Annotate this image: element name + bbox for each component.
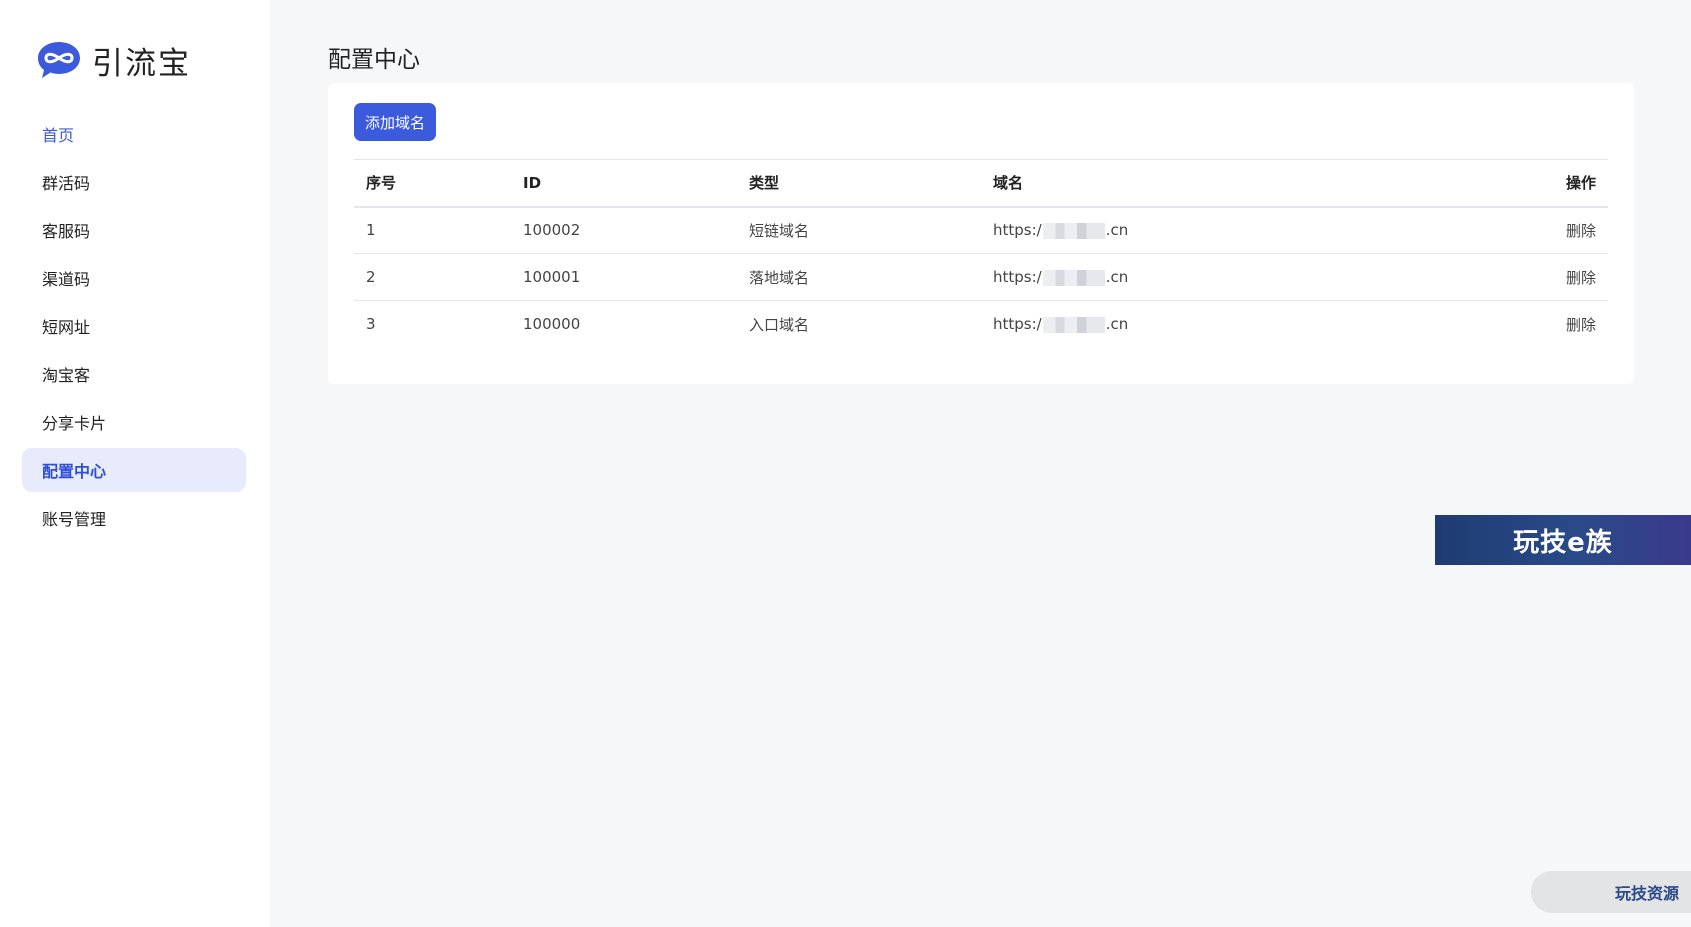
domain-card: 添加域名 序号 ID 类型 域名 操作 1 100002 短链域名 https:… xyxy=(328,83,1634,384)
delete-link[interactable]: 删除 xyxy=(1488,301,1608,348)
domain-prefix: https:/ xyxy=(993,268,1042,286)
sidebar-item-group-code[interactable]: 群活码 xyxy=(22,160,246,204)
header-op: 操作 xyxy=(1488,159,1608,208)
redacted-domain xyxy=(1042,316,1105,333)
main-content: 配置中心 添加域名 序号 ID 类型 域名 操作 1 100002 短链域名 h… xyxy=(270,0,1691,927)
domain-table: 序号 ID 类型 域名 操作 1 100002 短链域名 https:/ .cn … xyxy=(354,159,1608,348)
domain-prefix: https:/ xyxy=(993,221,1042,240)
header-id: ID xyxy=(511,159,737,208)
add-domain-button[interactable]: 添加域名 xyxy=(354,103,436,141)
header-seq: 序号 xyxy=(354,159,511,208)
cell-domain: https:/ .cn xyxy=(981,206,1488,254)
sidebar-item-channel-code[interactable]: 渠道码 xyxy=(22,256,246,300)
sidebar-item-home[interactable]: 首页 xyxy=(22,112,246,156)
cell-type: 入口域名 xyxy=(749,315,810,334)
table-row: 3 100000 入口域名 https:/ .cn 删除 xyxy=(354,301,1608,348)
delete-link[interactable]: 删除 xyxy=(1488,206,1608,254)
sidebar-item-config-center[interactable]: 配置中心 xyxy=(22,448,246,492)
brand-name: 引流宝 xyxy=(92,45,191,82)
redacted-domain xyxy=(1042,222,1105,239)
domain-prefix: https:/ xyxy=(993,315,1042,334)
cell-domain: https:/ .cn xyxy=(981,301,1488,348)
sidebar-item-share-card[interactable]: 分享卡片 xyxy=(22,400,246,444)
cell-seq: 3 xyxy=(366,315,376,334)
header-type: 类型 xyxy=(737,159,981,208)
domain-suffix: .cn xyxy=(1105,315,1129,334)
sidebar-item-service-code[interactable]: 客服码 xyxy=(22,208,246,252)
sidebar-item-account[interactable]: 账号管理 xyxy=(22,496,246,540)
cell-id: 100002 xyxy=(511,206,737,254)
brand[interactable]: 引流宝 xyxy=(36,36,191,84)
cell-seq: 2 xyxy=(354,253,511,301)
cell-seq: 1 xyxy=(354,206,511,254)
sidebar-item-taobaoke[interactable]: 淘宝客 xyxy=(22,352,246,396)
header-domain: 域名 xyxy=(981,159,1488,208)
page-title: 配置中心 xyxy=(328,47,420,73)
table-header-row: 序号 ID 类型 域名 操作 xyxy=(354,159,1608,208)
table-row: 1 100002 短链域名 https:/ .cn 删除 xyxy=(354,206,1608,254)
cell-id: 100000 xyxy=(523,315,581,334)
cell-type: 短链域名 xyxy=(737,206,981,254)
cell-type: 落地域名 xyxy=(737,253,981,301)
delete-link[interactable]: 删除 xyxy=(1488,253,1608,301)
table-row: 2 100001 落地域名 https:/ .cn 删除 xyxy=(354,253,1608,301)
cell-id: 100001 xyxy=(511,253,737,301)
domain-suffix: .cn xyxy=(1105,221,1129,240)
sidebar: 引流宝 首页 群活码 客服码 渠道码 短网址 淘宝客 分享卡片 配置中心 账号管… xyxy=(0,0,270,927)
sidebar-nav: 首页 群活码 客服码 渠道码 短网址 淘宝客 分享卡片 配置中心 账号管理 xyxy=(22,112,246,544)
domain-suffix: .cn xyxy=(1105,268,1129,286)
watermark-pill: 玩技资源 xyxy=(1531,871,1691,913)
watermark-banner: 玩技e族 xyxy=(1435,515,1691,565)
sidebar-item-short-url[interactable]: 短网址 xyxy=(22,304,246,348)
redacted-domain xyxy=(1042,269,1105,286)
cell-domain: https:/ .cn xyxy=(981,253,1488,301)
infinity-chat-icon xyxy=(36,40,82,80)
